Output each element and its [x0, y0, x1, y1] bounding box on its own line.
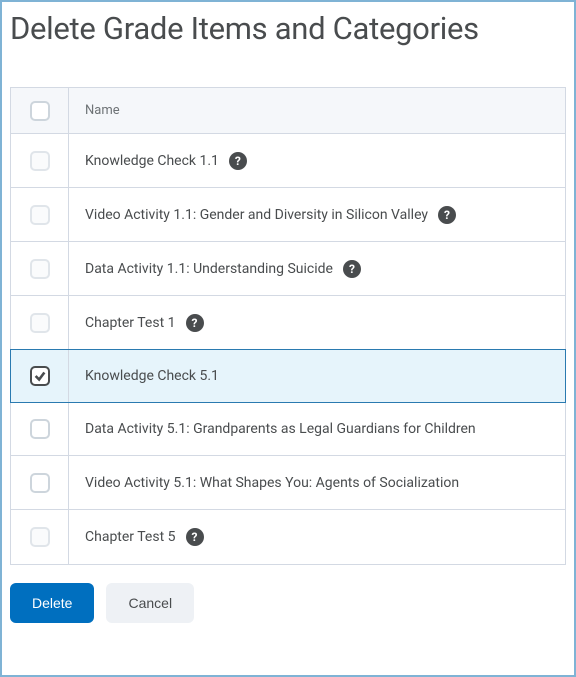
checkbox-cell [11, 188, 69, 241]
help-icon[interactable]: ? [186, 314, 204, 332]
table-row: Video Activity 5.1: What Shapes You: Age… [11, 456, 565, 510]
row-checkbox [30, 527, 50, 547]
row-checkbox[interactable] [30, 473, 50, 493]
checkbox-cell [11, 402, 69, 455]
table-row: Video Activity 1.1: Gender and Diversity… [11, 188, 565, 242]
checkbox-cell [11, 296, 69, 349]
row-checkbox [30, 259, 50, 279]
name-cell: Chapter Test 5? [69, 514, 565, 560]
grade-item-label: Data Activity 1.1: Understanding Suicide [85, 261, 333, 277]
row-checkbox [30, 151, 50, 171]
name-cell: Knowledge Check 5.1 [69, 354, 565, 398]
help-icon[interactable]: ? [229, 152, 247, 170]
help-icon[interactable]: ? [343, 260, 361, 278]
row-checkbox[interactable] [30, 419, 50, 439]
delete-button[interactable]: Delete [10, 583, 94, 623]
name-cell: Knowledge Check 1.1? [69, 138, 565, 184]
grade-item-label: Video Activity 1.1: Gender and Diversity… [85, 207, 428, 223]
name-cell: Video Activity 1.1: Gender and Diversity… [69, 192, 565, 238]
grade-item-label: Knowledge Check 5.1 [85, 368, 219, 384]
table-row: Knowledge Check 1.1? [11, 134, 565, 188]
checkbox-cell [11, 510, 69, 564]
name-cell: Chapter Test 1? [69, 300, 565, 346]
row-checkbox [30, 205, 50, 225]
row-checkbox [30, 313, 50, 333]
checkbox-cell [11, 350, 69, 402]
row-checkbox[interactable] [30, 366, 50, 386]
footer-actions: Delete Cancel [10, 583, 566, 623]
table-row: Data Activity 1.1: Understanding Suicide… [11, 242, 565, 296]
grade-item-label: Chapter Test 5 [85, 529, 176, 545]
grade-items-table: Name Knowledge Check 1.1? Video Activity … [10, 87, 566, 565]
select-all-checkbox[interactable] [30, 101, 50, 121]
grade-item-label: Chapter Test 1 [85, 315, 176, 331]
checkbox-cell [11, 242, 69, 295]
grade-item-label: Video Activity 5.1: What Shapes You: Age… [85, 475, 459, 491]
checkbox-cell [11, 456, 69, 509]
grade-item-label: Data Activity 5.1: Grandparents as Legal… [85, 421, 476, 437]
table-row: Data Activity 5.1: Grandparents as Legal… [11, 402, 565, 456]
table-row: Knowledge Check 5.1 [10, 349, 566, 403]
help-icon[interactable]: ? [438, 206, 456, 224]
select-all-cell [11, 88, 69, 133]
page-title: Delete Grade Items and Categories [10, 10, 566, 47]
name-column-header: Name [69, 89, 565, 132]
checkbox-cell [11, 134, 69, 187]
cancel-button[interactable]: Cancel [106, 583, 194, 623]
name-cell: Data Activity 5.1: Grandparents as Legal… [69, 407, 565, 451]
grade-item-label: Knowledge Check 1.1 [85, 153, 219, 169]
table-row: Chapter Test 5? [11, 510, 565, 564]
name-cell: Data Activity 1.1: Understanding Suicide… [69, 246, 565, 292]
help-icon[interactable]: ? [186, 528, 204, 546]
table-row: Chapter Test 1? [11, 296, 565, 350]
name-cell: Video Activity 5.1: What Shapes You: Age… [69, 461, 565, 505]
table-header-row: Name [11, 88, 565, 134]
